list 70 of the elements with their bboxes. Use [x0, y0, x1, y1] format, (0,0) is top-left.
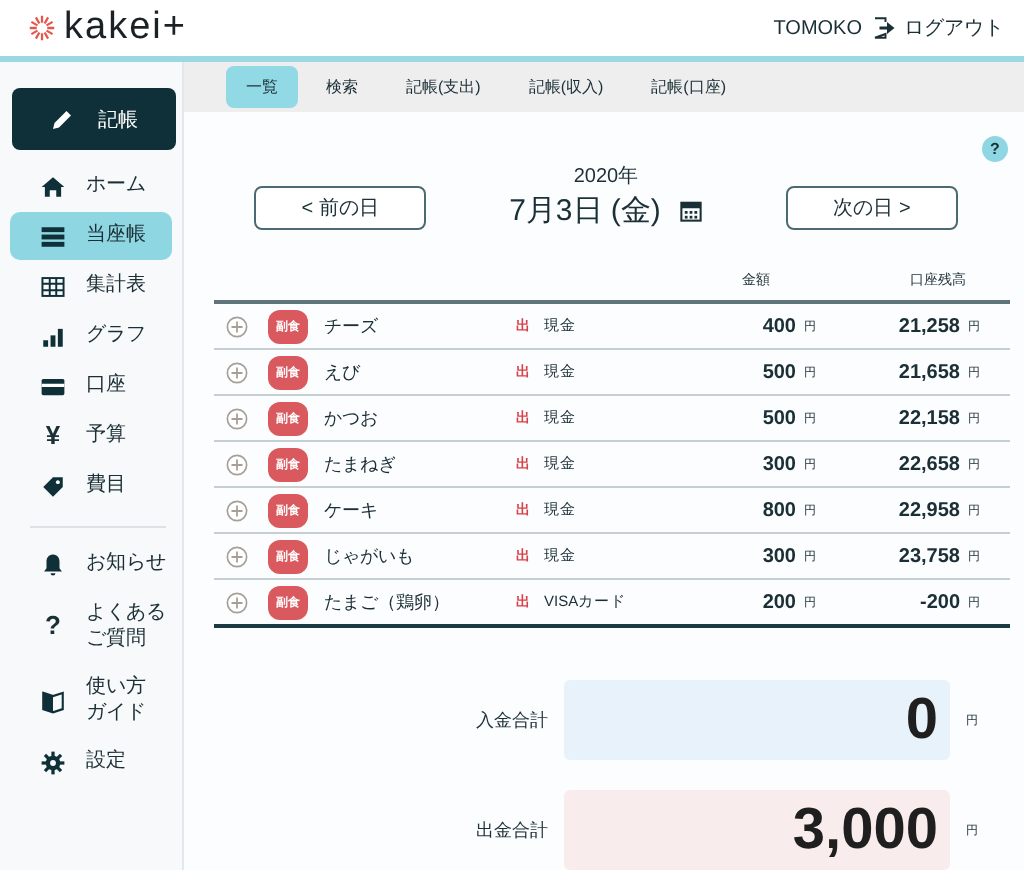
gear-icon — [40, 749, 66, 775]
sidebar-item[interactable]: ホーム — [10, 162, 172, 210]
date-label: 7月3日 (金) — [509, 192, 661, 230]
help-button[interactable]: ? — [982, 136, 1008, 162]
tag-icon — [40, 473, 66, 499]
tab[interactable]: 記帳(口座) — [631, 66, 746, 108]
item-name: かつお — [324, 405, 380, 431]
item-name: チーズ — [324, 313, 380, 339]
sidebar-item[interactable]: 使い方 ガイド — [10, 664, 172, 736]
amount: 800 — [760, 499, 796, 521]
sidebar-item[interactable]: お知らせ — [10, 540, 172, 588]
amount: 300 — [760, 453, 796, 475]
balance: 22,658 — [896, 453, 960, 475]
previous-day-button[interactable]: < 前の日 — [254, 186, 426, 230]
sidebar-item[interactable]: 口座 — [10, 362, 172, 410]
amount: 500 — [760, 361, 796, 383]
logo-text: kakei+ — [64, 6, 187, 50]
item-name: えび — [324, 359, 363, 385]
plus-circle-icon[interactable] — [226, 315, 248, 337]
pencil-icon — [50, 107, 74, 131]
total-label: 入金合計 — [474, 707, 548, 733]
balance: 22,158 — [896, 407, 960, 429]
sidebar-item[interactable]: 設定 — [10, 738, 172, 786]
bell-icon — [40, 551, 66, 577]
bars-icon — [40, 323, 66, 349]
sidebar-item[interactable]: 費目 — [10, 462, 172, 510]
sidebar-item[interactable]: ? よくある ご質問 — [10, 590, 172, 662]
book-icon — [40, 687, 66, 713]
tab[interactable]: 記帳(収入) — [508, 66, 624, 108]
sidebar-item[interactable]: 集計表 — [10, 262, 172, 310]
balance: 22,958 — [896, 499, 960, 521]
next-day-button[interactable]: 次の日 > — [786, 186, 958, 230]
balance: 23,758 — [896, 545, 960, 567]
item-name: たまねぎ — [324, 451, 398, 477]
calendar-icon[interactable] — [680, 200, 703, 222]
plus-circle-icon[interactable] — [226, 591, 248, 613]
total-value: 3,000 — [564, 790, 950, 870]
item-name: ケーキ — [324, 497, 380, 523]
amount: 400 — [760, 315, 796, 337]
sidebar-item[interactable]: ¥ 予算 — [10, 412, 172, 460]
balance: 21,258 — [896, 315, 960, 337]
tab[interactable]: 一覧 — [226, 66, 298, 108]
total-label: 出金合計 — [474, 817, 548, 843]
amount: 200 — [760, 591, 796, 613]
sidebar-item[interactable]: 当座帳 — [10, 212, 172, 260]
card-icon — [40, 373, 66, 399]
home-icon — [40, 173, 66, 199]
year-label: 2020年 — [573, 164, 639, 190]
user-name: TOMOKO — [773, 17, 862, 39]
plus-circle-icon[interactable] — [226, 361, 248, 383]
starburst-icon — [28, 14, 56, 42]
amount: 300 — [760, 545, 796, 567]
balance: 21,658 — [896, 361, 960, 383]
item-name: たまご（鶏卵） — [324, 589, 452, 615]
item-name: じゃがいも — [324, 543, 416, 569]
table-icon — [40, 273, 66, 299]
plus-circle-icon[interactable] — [226, 545, 248, 567]
plus-circle-icon[interactable] — [226, 499, 248, 521]
sidebar-item[interactable]: グラフ — [10, 312, 172, 360]
balance: -200 — [917, 591, 960, 613]
amount: 500 — [760, 407, 796, 429]
plus-circle-icon[interactable] — [226, 407, 248, 429]
list-icon — [40, 223, 66, 249]
record-button[interactable]: 記帳 — [12, 88, 176, 150]
total-value: 0 — [564, 680, 950, 760]
logout-button[interactable]: ログアウト — [872, 14, 1004, 42]
logout-icon — [872, 16, 896, 40]
tab[interactable]: 記帳(支出) — [386, 66, 501, 108]
tab[interactable]: 検索 — [306, 66, 378, 108]
plus-circle-icon[interactable] — [226, 453, 248, 475]
